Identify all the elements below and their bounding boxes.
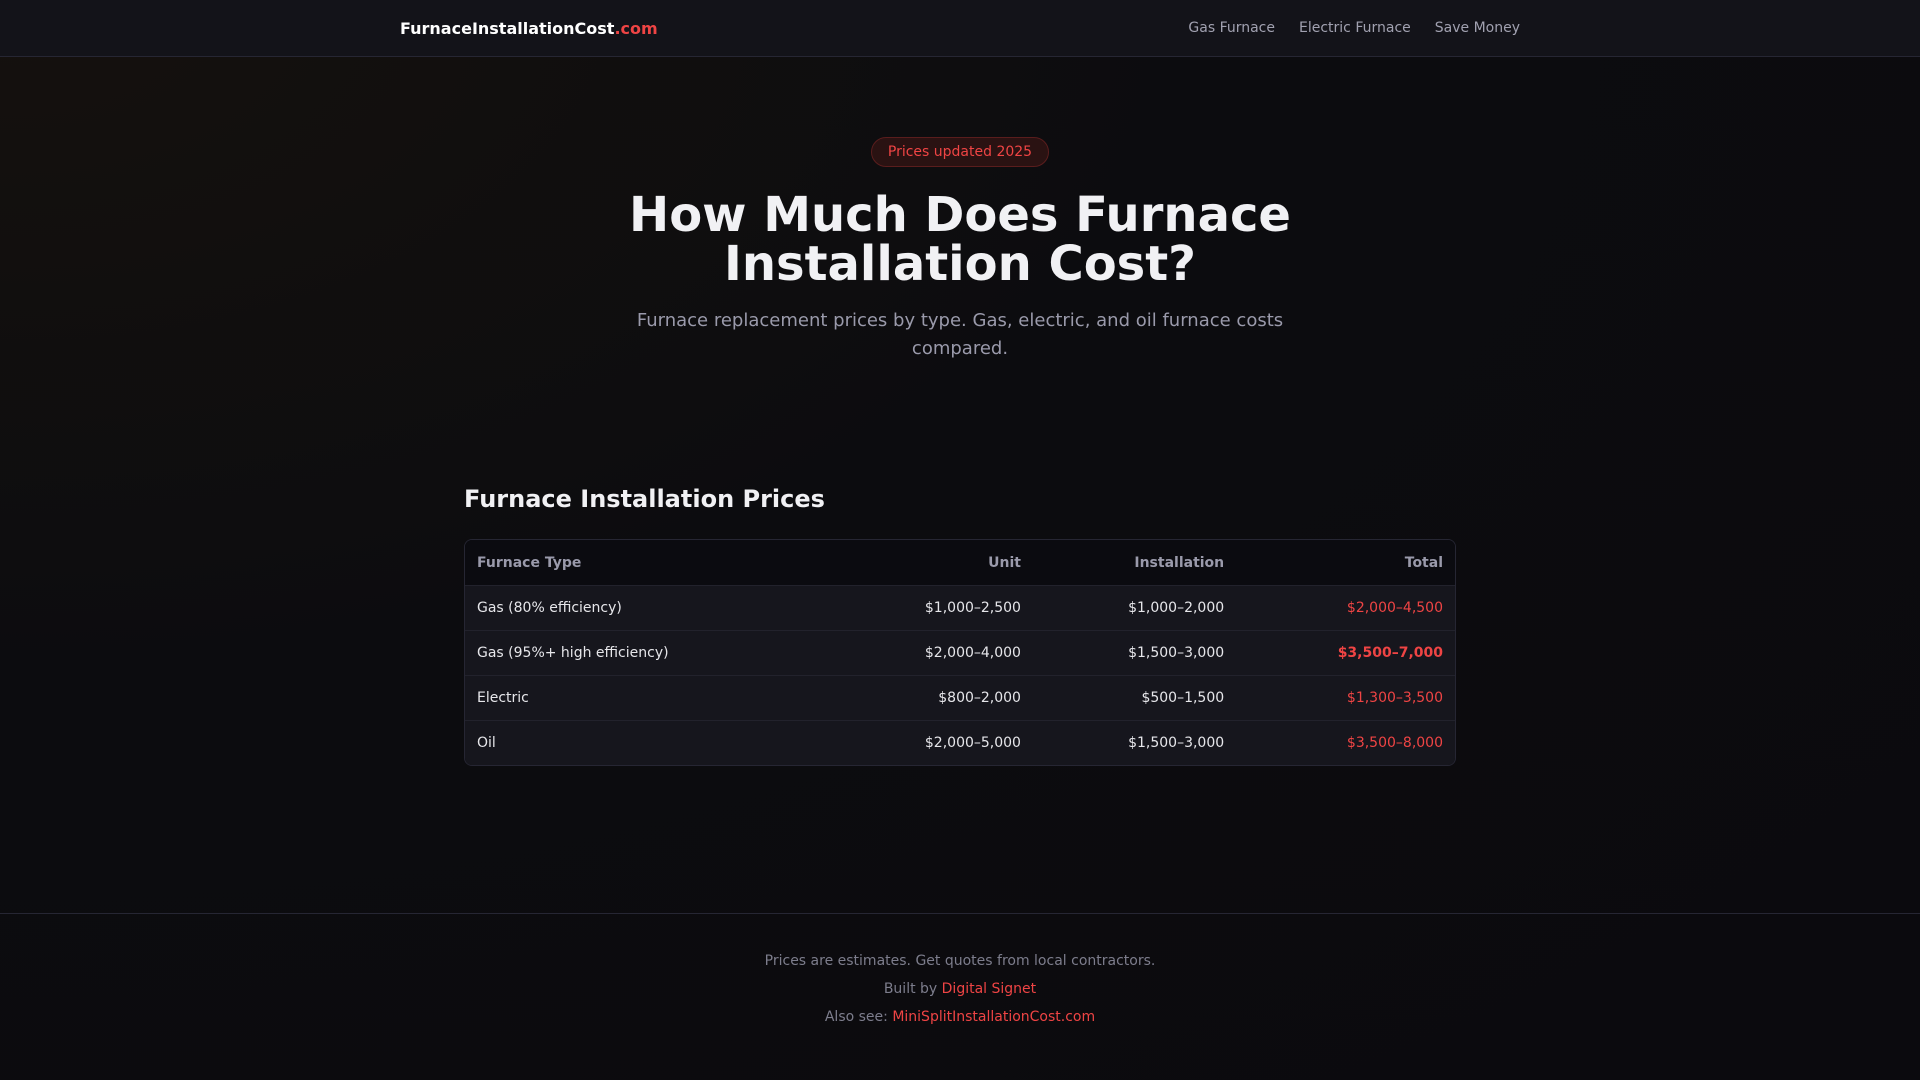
nav-link-save-money[interactable]: Save Money — [1435, 20, 1520, 36]
page-subtitle: Furnace replacement prices by type. Gas,… — [636, 310, 1284, 359]
unit-cell: $800–2,000 — [829, 675, 1033, 720]
site-logo[interactable]: FurnaceInstallationCost.com — [400, 19, 658, 38]
section-heading: Furnace Installation Prices — [464, 485, 825, 513]
disclaimer: Prices are estimates. Get quotes from lo… — [764, 953, 1156, 969]
minisplit-link[interactable]: MiniSplitInstallationCost.com — [892, 1009, 1095, 1025]
top-nav: FurnaceInstallationCost.com Gas Furnace … — [0, 0, 1920, 57]
table-row: Oil $2,000–5,000 $1,500–3,000 $3,500–8,000 — [465, 720, 1455, 765]
footer: Prices are estimates. Get quotes from lo… — [0, 913, 1920, 1080]
installation-cell: $1,500–3,000 — [1032, 630, 1237, 675]
total-cell: $2,000–4,500 — [1236, 585, 1455, 630]
table-header-row: Furnace Type Unit Installation Total — [465, 540, 1455, 585]
type-cell: Oil — [465, 720, 830, 765]
nav-link-electric-furnace[interactable]: Electric Furnace — [1299, 20, 1411, 36]
unit-cell: $2,000–4,000 — [829, 630, 1033, 675]
prices-table: Furnace Type Unit Installation Total Gas… — [464, 539, 1456, 766]
column-header: Installation — [1032, 540, 1237, 585]
prices-section: Furnace Installation Prices Furnace Type… — [464, 485, 1456, 766]
page-title: How Much Does Furnace Installation Cost? — [629, 187, 1291, 292]
total-cell: $1,300–3,500 — [1236, 675, 1455, 720]
table-row: Gas (95%+ high efficiency) $2,000–4,000 $1… — [465, 630, 1455, 675]
installation-cell: $500–1,500 — [1032, 675, 1237, 720]
type-cell: Electric — [465, 675, 830, 720]
total-cell: $3,500–8,000 — [1236, 720, 1455, 765]
digital-signet-link[interactable]: Digital Signet — [942, 981, 1037, 997]
type-cell: Gas (95%+ high efficiency) — [465, 630, 830, 675]
table-row: Gas (80% efficiency) $1,000–2,500 $1,000–2… — [465, 585, 1455, 630]
also-see-label: Also see: — [824, 1009, 893, 1025]
column-header: Unit — [829, 540, 1033, 585]
installation-cell: $1,000–2,000 — [1032, 585, 1237, 630]
nav-links: Gas Furnace Electric Furnace Save Money — [1188, 20, 1520, 36]
prices-updated-badge: Prices updated 2025 — [870, 137, 1050, 167]
column-header: Furnace Type — [465, 540, 830, 585]
unit-cell: $1,000–2,500 — [829, 585, 1033, 630]
type-cell: Gas (80% efficiency) — [465, 585, 830, 630]
nav-link-gas-furnace[interactable]: Gas Furnace — [1188, 20, 1275, 36]
table-row: Electric $800–2,000 $500–1,500 $1,300–3,500 — [465, 675, 1455, 720]
hero: Prices updated 2025 How Much Does Furnac… — [0, 57, 1920, 363]
total-cell: $3,500–7,000 — [1236, 630, 1455, 675]
column-header: Total — [1236, 540, 1455, 585]
built-by-label: Built by — [883, 981, 942, 997]
installation-cell: $1,500–3,000 — [1032, 720, 1237, 765]
unit-cell: $2,000–5,000 — [829, 720, 1033, 765]
